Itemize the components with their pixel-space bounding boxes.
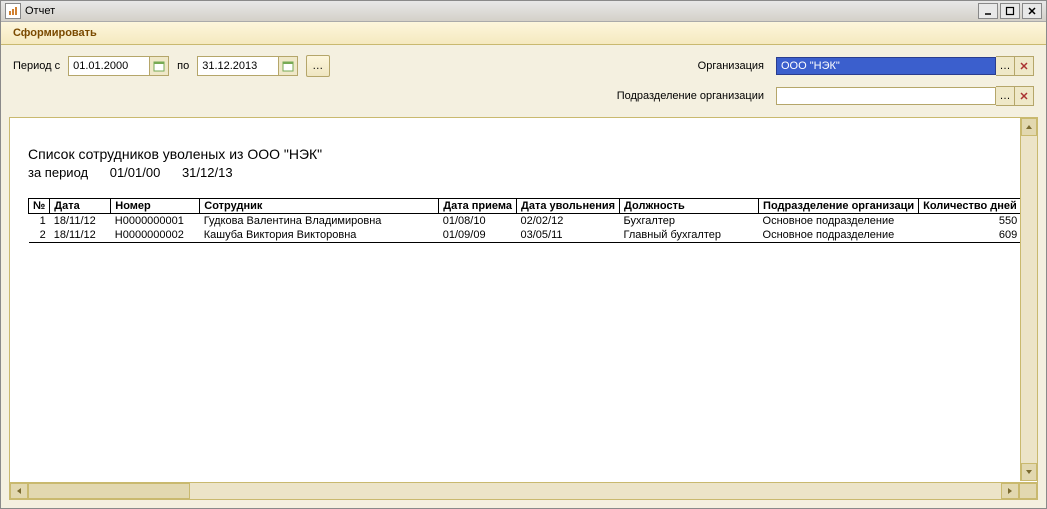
horizontal-scrollbar[interactable]	[10, 482, 1037, 499]
app-icon	[5, 3, 21, 19]
table-row[interactable]: 118/11/12Н0000000001Гудкова Валентина Вл…	[29, 214, 1022, 229]
maximize-button[interactable]	[1000, 3, 1020, 19]
col-days: Количество дней	[919, 199, 1022, 214]
table-cell: Н0000000002	[111, 228, 200, 243]
period-to-field	[197, 56, 298, 76]
report-area: Список сотрудников уволеных из ООО "НЭК"…	[9, 117, 1038, 500]
filter-panel: Период с по … Организация ООО "НЭК" …	[1, 45, 1046, 111]
titlebar: Отчет	[1, 1, 1046, 22]
col-dept: Подразделение организаци	[759, 199, 919, 214]
calendar-icon[interactable]	[278, 57, 297, 75]
org-field: ООО "НЭК" …	[776, 57, 1034, 75]
data-table: № Дата Номер Сотрудник Дата приема Дата …	[28, 198, 1022, 243]
period-to-input[interactable]	[198, 58, 278, 74]
col-hire: Дата приема	[439, 199, 517, 214]
period-label: за период	[28, 165, 88, 180]
table-cell: 01/09/09	[439, 228, 517, 243]
period-to-label: по	[177, 60, 189, 72]
generate-button[interactable]: Сформировать	[7, 25, 103, 41]
scroll-right-icon[interactable]	[1001, 483, 1019, 499]
report-body: Список сотрудников уволеных из ООО "НЭК"…	[10, 118, 1037, 482]
col-employee: Сотрудник	[200, 199, 439, 214]
col-fire: Дата увольнения	[517, 199, 620, 214]
org-value: ООО "НЭК"	[781, 60, 840, 72]
table-row[interactable]: 218/11/12Н0000000002Кашуба Виктория Викт…	[29, 228, 1022, 243]
dept-label: Подразделение организации	[617, 90, 764, 102]
table-header-row: № Дата Номер Сотрудник Дата приема Дата …	[29, 199, 1022, 214]
close-button[interactable]	[1022, 3, 1042, 19]
report-title: Список сотрудников уволеных из ООО "НЭК"	[28, 146, 1019, 162]
table-cell: 02/02/12	[517, 214, 620, 229]
table-cell: 18/11/12	[50, 214, 111, 229]
calendar-icon[interactable]	[149, 57, 168, 75]
table-cell: 18/11/12	[50, 228, 111, 243]
scroll-track[interactable]	[1021, 135, 1037, 464]
window-controls	[978, 3, 1042, 19]
org-label: Организация	[698, 60, 764, 72]
col-num: №	[29, 199, 50, 214]
table-cell: 550	[919, 214, 1022, 229]
vertical-scrollbar[interactable]	[1020, 118, 1037, 481]
org-clear-button[interactable]	[1015, 56, 1034, 76]
table-cell: 1	[29, 214, 50, 229]
dept-field: …	[776, 87, 1034, 105]
table-cell: Гудкова Валентина Владимировна	[200, 214, 439, 229]
col-date: Дата	[50, 199, 111, 214]
report-period: за период 01/01/00 31/12/13	[28, 165, 1019, 180]
dept-select-button[interactable]: …	[996, 86, 1015, 106]
table-cell: 03/05/11	[517, 228, 620, 243]
col-position: Должность	[620, 199, 759, 214]
scroll-down-icon[interactable]	[1021, 463, 1037, 481]
table-cell: Основное подразделение	[759, 228, 919, 243]
table-cell: 609	[919, 228, 1022, 243]
table-cell: Н0000000001	[111, 214, 200, 229]
org-input[interactable]: ООО "НЭК"	[776, 57, 996, 75]
table-cell: Кашуба Виктория Викторовна	[200, 228, 439, 243]
toolbar: Сформировать	[1, 22, 1046, 45]
scroll-thumb[interactable]	[28, 483, 190, 499]
window-title: Отчет	[25, 5, 978, 17]
table-cell: 2	[29, 228, 50, 243]
period-from-label: Период с	[13, 60, 60, 72]
table-cell: Бухгалтер	[620, 214, 759, 229]
dept-clear-button[interactable]	[1015, 86, 1034, 106]
period-from-text: 01/01/00	[110, 165, 161, 180]
period-to-text: 31/12/13	[182, 165, 233, 180]
report-window: Отчет Сформировать Период с по … Организ…	[0, 0, 1047, 509]
period-select-button[interactable]: …	[306, 55, 330, 77]
scroll-corner	[1019, 483, 1037, 499]
table-cell: Основное подразделение	[759, 214, 919, 229]
org-select-button[interactable]: …	[996, 56, 1015, 76]
minimize-button[interactable]	[978, 3, 998, 19]
scroll-track-h[interactable]	[28, 483, 1001, 499]
period-from-input[interactable]	[69, 58, 149, 74]
scroll-left-icon[interactable]	[10, 483, 28, 499]
dept-input[interactable]	[776, 87, 996, 105]
scroll-up-icon[interactable]	[1021, 118, 1037, 136]
table-cell: 01/08/10	[439, 214, 517, 229]
table-cell: Главный бухгалтер	[620, 228, 759, 243]
period-from-field	[68, 56, 169, 76]
col-number: Номер	[111, 199, 200, 214]
